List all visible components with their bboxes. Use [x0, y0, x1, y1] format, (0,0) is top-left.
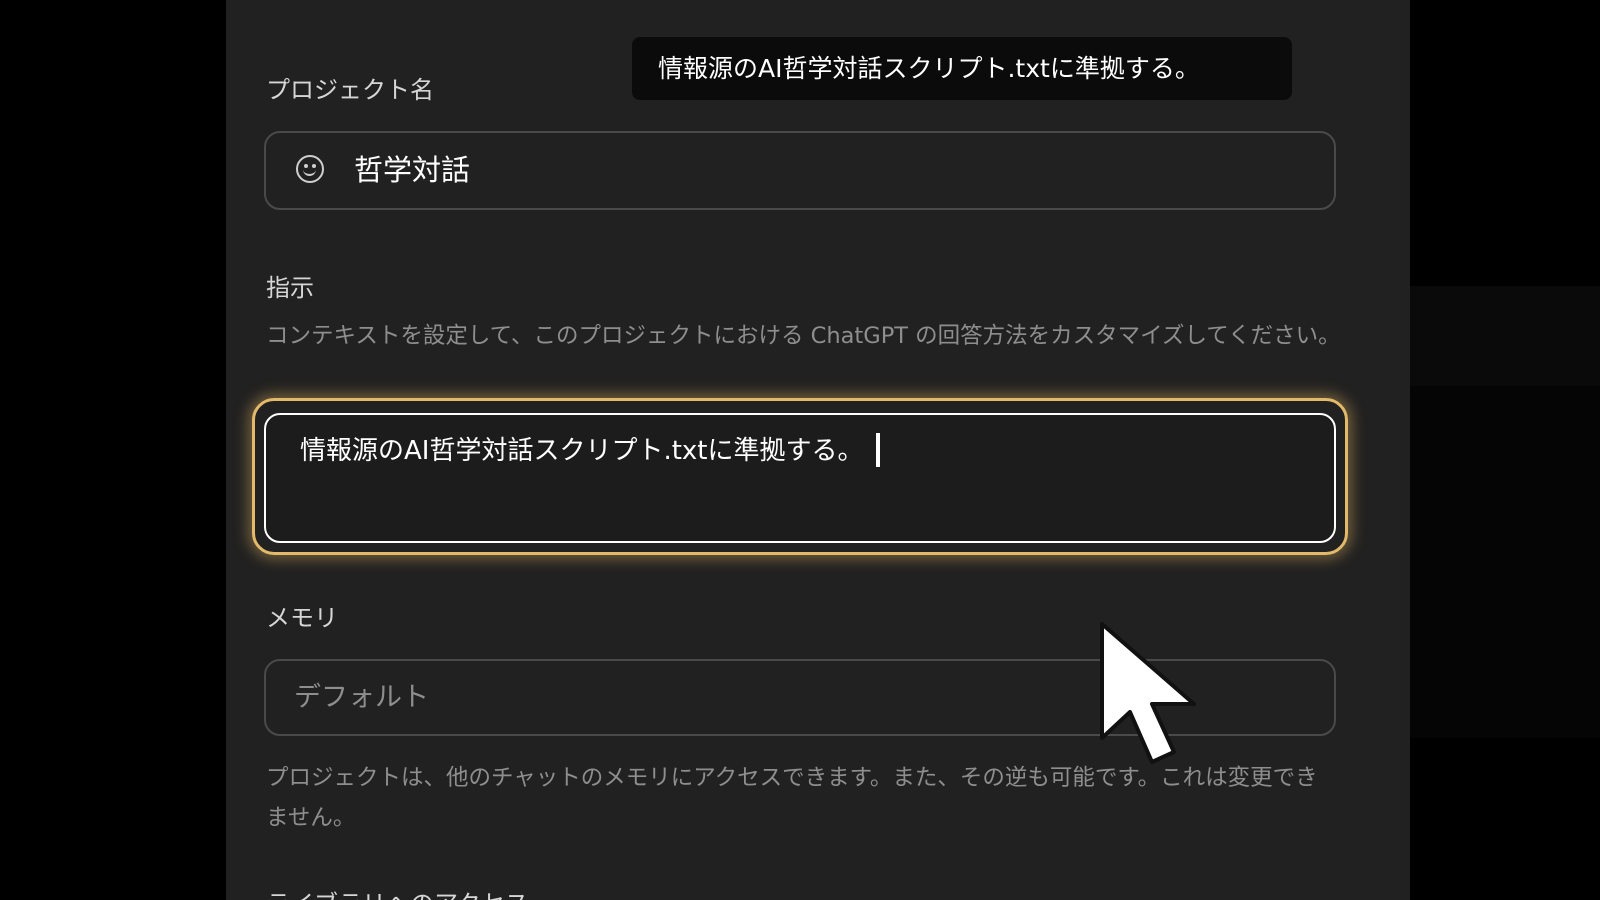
project-name-label: プロジェクト名	[266, 76, 434, 104]
text-caret	[875, 432, 880, 467]
instructions-textarea[interactable]: 情報源のAI哲学対話スクリプト.txtに準拠する。	[264, 413, 1336, 543]
memory-value[interactable]: デフォルト	[294, 661, 429, 734]
instructions-label: 指示	[266, 274, 314, 302]
instructions-value[interactable]: 情報源のAI哲学対話スクリプト.txtに準拠する。	[300, 436, 864, 466]
screen: 情報源のAI哲学対話スクリプト.txtに準拠する。 プロジェクト名 哲学対話 指…	[0, 0, 1600, 900]
instructions-text-line[interactable]: 情報源のAI哲学対話スクリプト.txtに準拠する。	[300, 431, 880, 471]
instructions-description: コンテキストを設定して、このプロジェクトにおける ChatGPT の回答方法をカ…	[266, 323, 1341, 349]
memory-label: メモリ	[266, 604, 338, 632]
smiley-icon[interactable]	[296, 155, 324, 183]
instruction-tooltip: 情報源のAI哲学対話スクリプト.txtに準拠する。	[632, 37, 1292, 100]
project-name-field[interactable]: 哲学対話	[264, 131, 1336, 210]
project-name-value[interactable]: 哲学対話	[354, 133, 470, 208]
library-access-label: ライブラリへのアクセス	[266, 884, 529, 900]
mouse-pointer-icon	[1100, 622, 1196, 764]
background-panel-edge	[1410, 286, 1600, 386]
background-panel-edge-lower	[1410, 386, 1600, 738]
smiley-mouth	[303, 166, 316, 176]
